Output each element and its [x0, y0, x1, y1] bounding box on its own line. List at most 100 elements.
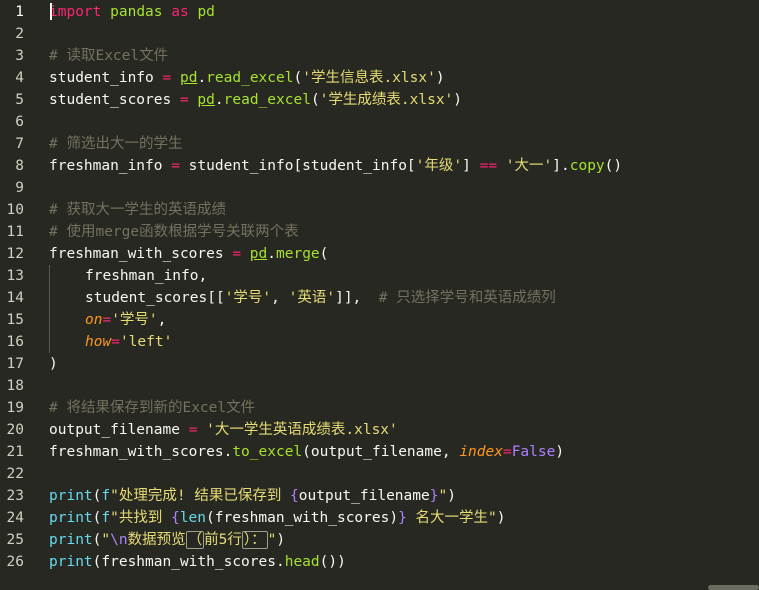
code-token: copy — [569, 158, 605, 174]
code-token: merge — [276, 246, 320, 262]
code-token: ] — [462, 158, 480, 174]
code-token: '大一学生英语成绩表.xlsx' — [206, 422, 398, 438]
code-area[interactable]: import pandas as pd # 读取Excel文件 student_in… — [49, 0, 759, 590]
code-token: ( — [310, 92, 320, 108]
code-token: 名大一学生" — [406, 510, 497, 526]
code-token: ()) — [319, 554, 346, 570]
code-line[interactable]: output_filename = '大一学生英语成绩表.xlsx' — [49, 419, 398, 441]
code-line[interactable]: student_scores = pd.read_excel('学生成绩表.xl… — [49, 89, 462, 111]
line-number: 14 — [6, 290, 24, 306]
code-token: ) — [496, 510, 506, 526]
code-token: ) — [555, 444, 565, 460]
code-line[interactable]: freshman_info = student_info[student_inf… — [49, 155, 622, 177]
line-number: 23 — [6, 488, 24, 504]
code-line[interactable]: # 将结果保存到新的Excel文件 — [49, 397, 255, 419]
code-token: # 将结果保存到新的Excel文件 — [49, 400, 256, 416]
code-token: '年级' — [415, 158, 463, 174]
code-token: student_scores — [49, 92, 180, 108]
code-token: ( — [293, 70, 303, 86]
code-token: freshman_info — [49, 158, 172, 174]
code-line[interactable]: student_info = pd.read_excel('学生信息表.xlsx… — [49, 67, 445, 89]
code-token: = — [171, 158, 180, 174]
code-token: = — [502, 444, 512, 460]
code-token: student_info[student_info[ — [179, 158, 416, 174]
line-number: 4 — [15, 70, 24, 86]
code-token: ) — [276, 532, 286, 548]
line-number-gutter: 1 2 3 4 5 6 7 8 9 10 11 12 13 14 15 16 17 18 19 20 21 22 23 24 2… — [0, 0, 38, 590]
code-token: 数据预览 — [127, 532, 186, 548]
code-token: student_info — [49, 70, 163, 86]
code-token: \n — [110, 532, 128, 548]
code-token: () — [604, 158, 623, 174]
line-number: 7 — [15, 136, 24, 152]
code-line[interactable]: # 使用merge函数根据学号关联两个表 — [49, 221, 299, 243]
code-token: output_filename — [298, 488, 430, 504]
code-line[interactable]: # 读取Excel文件 — [49, 45, 168, 67]
code-line[interactable]: print("\n数据预览（前5行）： ") — [49, 529, 285, 551]
code-line[interactable]: import pandas as pd — [49, 1, 215, 23]
code-editor[interactable]: 1 2 3 4 5 6 7 8 9 10 11 12 13 14 15 16 17 18 19 20 21 22 23 24 2… — [0, 0, 759, 590]
code-line[interactable]: print(freshman_with_scores.head()) — [49, 551, 346, 573]
indent-guide — [49, 309, 86, 331]
code-token: == — [479, 158, 498, 174]
code-token: read_excel — [206, 70, 294, 86]
text-cursor — [50, 3, 52, 20]
horizontal-scrollbar-thumb[interactable] — [708, 585, 759, 590]
code-token: '学号' — [111, 312, 158, 328]
code-token: student_scores[[ — [85, 290, 225, 306]
code-line[interactable]: print(f"处理完成! 结果已保存到 {output_filename}") — [49, 485, 456, 507]
code-token: "共找到 — [110, 510, 172, 526]
indent-guide — [49, 331, 86, 353]
line-number: 24 — [6, 510, 24, 526]
code-token: len — [179, 510, 207, 526]
code-token: ）： — [241, 531, 268, 549]
line-number: 2 — [15, 26, 24, 42]
code-line[interactable]: freshman_with_scores.to_excel(output_fil… — [49, 441, 564, 463]
code-token: (freshman_with_scores. — [92, 554, 285, 570]
indent-guide — [49, 287, 86, 309]
code-token: # 获取大一学生的英语成绩 — [49, 202, 226, 218]
line-number: 8 — [15, 158, 24, 174]
line-number: 19 — [6, 400, 24, 416]
code-token: '大一' — [505, 158, 553, 174]
line-number: 1 — [15, 4, 24, 20]
code-token: print — [49, 488, 93, 504]
code-token: print — [49, 532, 93, 548]
code-token: freshman_with_scores. — [49, 444, 233, 460]
line-number: 3 — [15, 48, 24, 64]
code-token: pandas — [110, 4, 163, 20]
code-token: pd — [249, 246, 268, 262]
code-token: ) — [453, 92, 463, 108]
code-token: " — [101, 532, 111, 548]
code-line[interactable]: freshman_with_scores = pd.merge( — [49, 243, 328, 265]
line-number: 15 — [6, 312, 24, 328]
code-token: { — [171, 510, 180, 526]
code-token: read_excel — [223, 92, 311, 108]
code-token: 'left' — [119, 334, 173, 350]
code-token: " — [267, 532, 277, 548]
code-token: f — [101, 510, 111, 526]
code-token: （ — [185, 531, 205, 549]
code-token: pd — [197, 4, 215, 20]
line-number: 17 — [6, 356, 24, 372]
code-line[interactable]: # 筛选出大一的学生 — [49, 133, 182, 155]
code-token: # 只选择学号和英语成绩列 — [378, 290, 556, 306]
code-token: False — [511, 444, 556, 460]
code-token: index — [459, 444, 503, 460]
line-number: 13 — [6, 268, 24, 284]
code-line[interactable]: print(f"共找到 {len(freshman_with_scores)} … — [49, 507, 506, 529]
line-number: 5 — [15, 92, 24, 108]
code-token: (output_filename, — [302, 444, 460, 460]
code-token: ( — [319, 246, 329, 262]
code-line[interactable]: # 获取大一学生的英语成绩 — [49, 199, 226, 221]
code-token: f — [101, 488, 111, 504]
code-token: print — [49, 554, 93, 570]
code-token: import — [49, 4, 102, 20]
code-line[interactable]: ) — [49, 353, 58, 375]
code-token: 前5行 — [204, 532, 242, 548]
line-number: 10 — [6, 202, 24, 218]
